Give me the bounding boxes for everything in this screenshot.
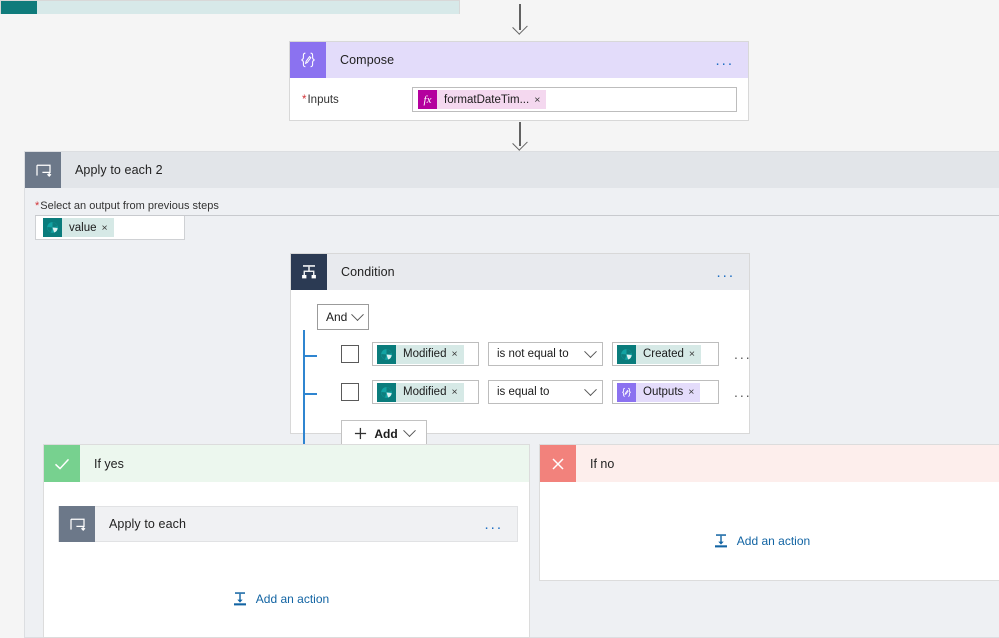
plus-icon	[355, 427, 367, 440]
if-yes-add-action-link[interactable]: Add an action	[232, 591, 329, 607]
condition-add-button[interactable]: Add	[341, 420, 427, 447]
dynamic-token-outputs[interactable]: Outputs ×	[617, 382, 701, 402]
condition-operator-select[interactable]: is equal to	[488, 380, 603, 404]
checkmark-icon	[44, 445, 80, 482]
dynamic-token-modified[interactable]: Modified ×	[377, 344, 464, 364]
loop-icon	[25, 152, 61, 188]
condition-right-operand[interactable]: Created ×	[612, 342, 719, 366]
compose-title: Compose	[340, 53, 395, 67]
apply-to-each-2-output-field: *Select an output from previous steps va…	[25, 188, 999, 240]
logic-operator-value: And	[326, 310, 348, 324]
condition-row-menu-button[interactable]: ...	[734, 346, 752, 362]
compose-braces-icon	[290, 42, 326, 78]
token-remove-icon[interactable]: ×	[689, 348, 701, 360]
fx-expression-icon: fx	[418, 90, 437, 109]
token-label: Modified	[403, 348, 447, 360]
nested-apply-to-each-title: Apply to each	[109, 517, 187, 531]
sharepoint-icon	[1, 1, 37, 14]
nested-apply-to-each-card[interactable]: Apply to each ...	[58, 506, 518, 542]
condition-row: Modified × is not equal to Created × ...	[317, 340, 752, 368]
compose-body: *Inputs fx formatDateTim... ×	[290, 78, 748, 121]
if-yes-branch: If yes Apply to each ... Add an action	[43, 444, 530, 638]
condition-header[interactable]: Condition ...	[291, 254, 749, 290]
chevron-down-icon	[584, 344, 597, 358]
compose-braces-icon	[617, 382, 636, 402]
required-marker: *	[35, 200, 40, 212]
add-action-icon	[714, 534, 727, 548]
token-remove-icon[interactable]: ×	[534, 94, 546, 106]
connector-arrow-2	[512, 122, 528, 154]
condition-tree-branch	[303, 355, 317, 357]
add-action-icon	[233, 592, 246, 606]
condition-tree-line	[303, 330, 305, 445]
condition-tree-branch	[303, 393, 317, 395]
if-yes-header: If yes	[44, 445, 529, 482]
connector-arrow-1	[512, 4, 528, 38]
if-no-title: If no	[590, 456, 615, 471]
compose-action-card[interactable]: Compose ... *Inputs fx formatDateTim... …	[289, 41, 749, 121]
add-action-label: Add an action	[736, 534, 811, 548]
flow-designer-canvas: Compose ... *Inputs fx formatDateTim... …	[0, 0, 999, 638]
if-no-add-action-link[interactable]: Add an action	[713, 533, 810, 549]
nested-apply-to-each-menu-button[interactable]: ...	[470, 517, 517, 532]
apply-to-each-2-field-label: *Select an output from previous steps	[35, 200, 219, 212]
dynamic-token-created[interactable]: Created ×	[617, 344, 702, 364]
sharepoint-icon	[377, 382, 396, 402]
sharepoint-icon	[43, 218, 62, 237]
operator-value: is not equal to	[497, 348, 569, 360]
sharepoint-icon	[377, 344, 396, 364]
cross-icon	[540, 445, 576, 482]
token-remove-icon[interactable]: ×	[102, 222, 114, 234]
compose-header[interactable]: Compose ...	[290, 42, 748, 78]
condition-title: Condition	[341, 265, 395, 279]
condition-logic-operator-select[interactable]: And	[317, 304, 369, 330]
chevron-down-icon	[402, 424, 416, 438]
dynamic-token-modified[interactable]: Modified ×	[377, 382, 464, 402]
add-action-label: Add an action	[255, 592, 330, 606]
compose-inputs-field[interactable]: fx formatDateTim... ×	[412, 87, 737, 112]
apply-to-each-2-token-input[interactable]: value ×	[35, 216, 185, 240]
compose-inputs-label: *Inputs	[302, 93, 339, 106]
apply-to-each-2-title: Apply to each 2	[75, 163, 163, 177]
if-yes-add-action-wrap: Add an action	[38, 591, 523, 607]
condition-row-menu-button[interactable]: ...	[734, 384, 752, 400]
compose-menu-button[interactable]: ...	[701, 53, 748, 68]
token-remove-icon[interactable]: ×	[451, 348, 463, 360]
condition-left-operand[interactable]: Modified ×	[372, 342, 479, 366]
token-label: Outputs	[643, 386, 684, 398]
condition-menu-button[interactable]: ...	[702, 265, 749, 280]
token-label: Created	[643, 348, 684, 360]
condition-row-checkbox[interactable]	[341, 345, 359, 363]
condition-right-operand[interactable]: Outputs ×	[612, 380, 719, 404]
operator-value: is equal to	[497, 386, 550, 398]
expression-token-formatdatetime[interactable]: fx formatDateTim... ×	[418, 90, 547, 109]
token-label: value	[69, 221, 97, 234]
chevron-down-icon	[584, 382, 597, 396]
add-button-label: Add	[374, 426, 398, 441]
condition-row: Modified × is equal to Outputs × ...	[317, 378, 752, 406]
condition-left-operand[interactable]: Modified ×	[372, 380, 479, 404]
token-remove-icon[interactable]: ×	[451, 386, 463, 398]
condition-body: And Modified × is not equal to Created ×…	[291, 290, 752, 447]
loop-icon	[59, 506, 95, 542]
token-remove-icon[interactable]: ×	[688, 386, 700, 398]
if-no-header: If no	[540, 445, 999, 482]
token-label: formatDateTim...	[444, 93, 530, 106]
condition-branch-icon	[291, 254, 327, 290]
dynamic-token-value[interactable]: value ×	[43, 218, 114, 237]
if-no-add-action-wrap: Add an action	[532, 533, 991, 549]
apply-to-each-2-header[interactable]: Apply to each 2 ...	[25, 152, 999, 188]
chevron-down-icon	[351, 307, 364, 321]
token-label: Modified	[403, 386, 447, 398]
previous-action-card-partial[interactable]	[0, 0, 460, 14]
if-no-branch: If no Add an action	[539, 444, 999, 581]
sharepoint-icon	[617, 344, 636, 364]
required-marker: *	[302, 93, 307, 106]
condition-row-checkbox[interactable]	[341, 383, 359, 401]
condition-operator-select[interactable]: is not equal to	[488, 342, 603, 366]
condition-action-card[interactable]: Condition ... And Modified × is not equa…	[290, 253, 750, 447]
if-yes-title: If yes	[94, 456, 124, 471]
